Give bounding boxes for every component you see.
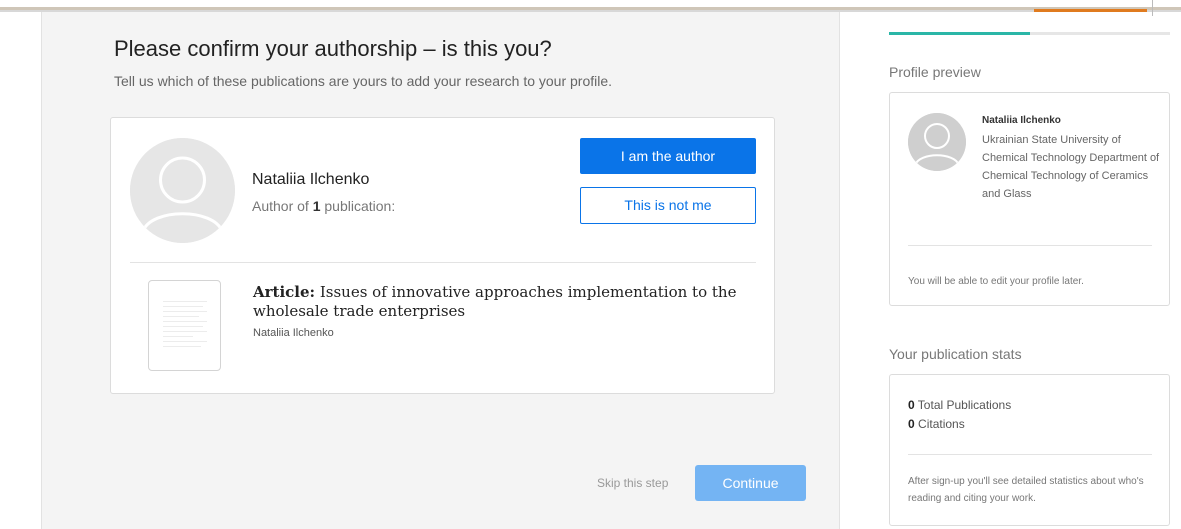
top-separator xyxy=(1152,0,1153,16)
signup-progress-fill xyxy=(889,32,1030,35)
page-subtitle: Tell us which of these publications are … xyxy=(114,73,613,89)
publication-title[interactable]: Article: Issues of innovative approaches… xyxy=(253,283,753,321)
this-is-not-me-button[interactable]: This is not me xyxy=(580,187,756,224)
continue-button[interactable]: Continue xyxy=(695,465,806,501)
author-meta-prefix: Author of xyxy=(252,198,313,214)
author-meta-suffix: publication: xyxy=(320,198,396,214)
preview-name: Nataliia Ilchenko xyxy=(982,115,1061,126)
i-am-the-author-button[interactable]: I am the author xyxy=(580,138,756,174)
stat-citations: 0 Citations xyxy=(908,417,965,431)
stat-publications-label: Total Publications xyxy=(914,398,1012,412)
profile-preview-title: Profile preview xyxy=(889,64,981,80)
skip-step-link[interactable]: Skip this step xyxy=(597,476,668,490)
preview-affiliation: Ukrainian State University of Chemical T… xyxy=(982,134,1160,200)
top-tab-indicator[interactable] xyxy=(1034,0,1147,12)
author-card: Nataliia Ilchenko Author of 1 publicatio… xyxy=(110,117,775,394)
stat-citations-label: Citations xyxy=(914,417,965,431)
author-meta-count: 1 xyxy=(312,198,321,214)
author-name: Nataliia Ilchenko xyxy=(252,171,370,188)
stats-signup-note: After sign-up you'll see detailed statis… xyxy=(908,476,1144,504)
publication-stats-title: Your publication stats xyxy=(889,346,1022,362)
profile-preview-card: Nataliia Ilchenko Ukrainian State Univer… xyxy=(889,92,1170,306)
publication-title-text: Issues of innovative approaches implemen… xyxy=(253,283,737,320)
stat-citations-count: 0 xyxy=(908,417,915,431)
author-publication-count: Author of 1 publication: xyxy=(252,198,395,214)
preview-edit-note: You will be able to edit your profile la… xyxy=(908,276,1084,287)
page-title: Please confirm your authorship – is this… xyxy=(114,36,552,61)
preview-divider xyxy=(908,245,1152,246)
publication-author[interactable]: Nataliia Ilchenko xyxy=(253,327,334,339)
publication-stats-card: 0 Total Publications 0 Citations After s… xyxy=(889,374,1170,526)
publication-type: Article: xyxy=(253,283,316,301)
preview-avatar-icon xyxy=(908,113,966,171)
stat-total-publications: 0 Total Publications xyxy=(908,398,1011,412)
signup-progress-bar xyxy=(889,32,1170,35)
card-divider xyxy=(130,262,756,263)
stats-divider xyxy=(908,454,1152,455)
avatar-placeholder-icon xyxy=(130,138,235,243)
stat-publications-count: 0 xyxy=(908,398,915,412)
top-bar-line xyxy=(0,7,1181,10)
browser-top-bar xyxy=(0,0,1181,16)
document-thumbnail-icon[interactable] xyxy=(148,280,221,371)
